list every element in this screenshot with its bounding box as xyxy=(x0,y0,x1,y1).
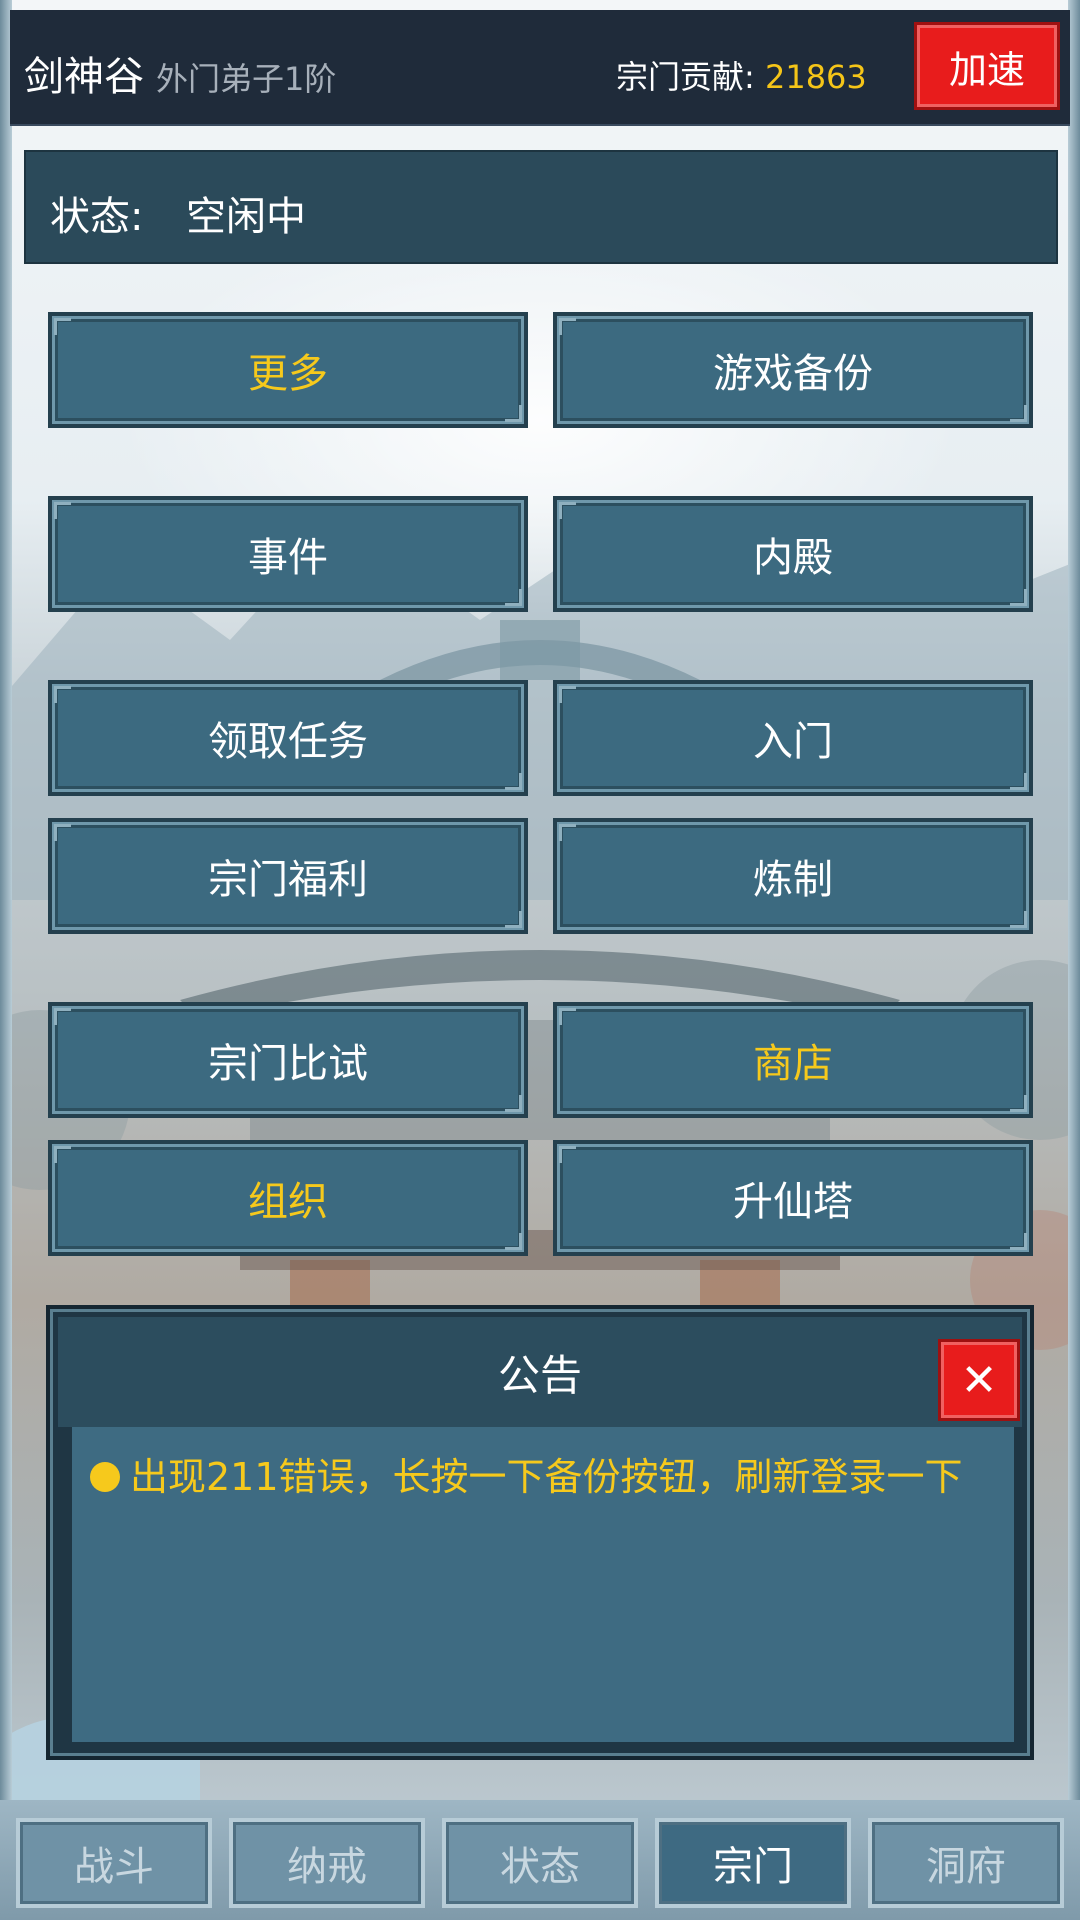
disciple-rank: 外门弟子1阶 xyxy=(156,60,337,98)
receive-task-button[interactable]: 领取任务 xyxy=(48,680,528,796)
events-button[interactable]: 事件 xyxy=(48,496,528,612)
sect-name: 剑神谷 xyxy=(24,54,144,100)
tab-sect[interactable]: 宗门 xyxy=(655,1818,851,1908)
close-icon[interactable]: ✕ xyxy=(938,1339,1020,1421)
announcement-panel: 公告 ✕ 出现211错误，长按一下备份按钮，刷新登录一下 xyxy=(46,1305,1034,1760)
bottom-navigation: 战斗 纳戒 状态 宗门 洞府 xyxy=(0,1800,1080,1920)
tab-battle[interactable]: 战斗 xyxy=(16,1818,212,1908)
sect-welfare-button[interactable]: 宗门福利 xyxy=(48,818,528,934)
status-bar: 状态: 空闲中 xyxy=(24,150,1058,264)
tab-ring[interactable]: 纳戒 xyxy=(229,1818,425,1908)
status-value: 空闲中 xyxy=(186,194,306,240)
contribution-display: 宗门贡献: 21863 xyxy=(616,52,867,98)
sect-contest-button[interactable]: 宗门比试 xyxy=(48,1002,528,1118)
game-backup-button[interactable]: 游戏备份 xyxy=(553,312,1033,428)
contribution-label: 宗门贡献: xyxy=(616,58,765,96)
status-label: 状态: xyxy=(50,194,144,240)
organization-button[interactable]: 组织 xyxy=(48,1140,528,1256)
inner-hall-button[interactable]: 内殿 xyxy=(553,496,1033,612)
speed-up-button[interactable]: 加速 xyxy=(914,22,1060,110)
more-button[interactable]: 更多 xyxy=(48,312,528,428)
left-frame-border xyxy=(0,0,12,1920)
refine-button[interactable]: 炼制 xyxy=(553,818,1033,934)
tab-status[interactable]: 状态 xyxy=(442,1818,638,1908)
announcement-title: 公告 xyxy=(497,1350,582,1400)
shop-button[interactable]: 商店 xyxy=(553,1002,1033,1118)
announcement-header: 公告 ✕ xyxy=(58,1317,1022,1427)
contribution-value: 21863 xyxy=(764,58,867,96)
announcement-message: 出现211错误，长按一下备份按钮，刷新登录一下 xyxy=(130,1455,963,1499)
enter-sect-button[interactable]: 入门 xyxy=(553,680,1033,796)
announcement-body: 出现211错误，长按一下备份按钮，刷新登录一下 xyxy=(72,1427,1014,1742)
top-bar: 剑神谷 外门弟子1阶 宗门贡献: 21863 加速 xyxy=(10,10,1070,126)
right-frame-border xyxy=(1068,0,1080,1920)
bullet-dot-icon xyxy=(90,1462,120,1492)
tab-cave[interactable]: 洞府 xyxy=(868,1818,1064,1908)
ascension-tower-button[interactable]: 升仙塔 xyxy=(553,1140,1033,1256)
